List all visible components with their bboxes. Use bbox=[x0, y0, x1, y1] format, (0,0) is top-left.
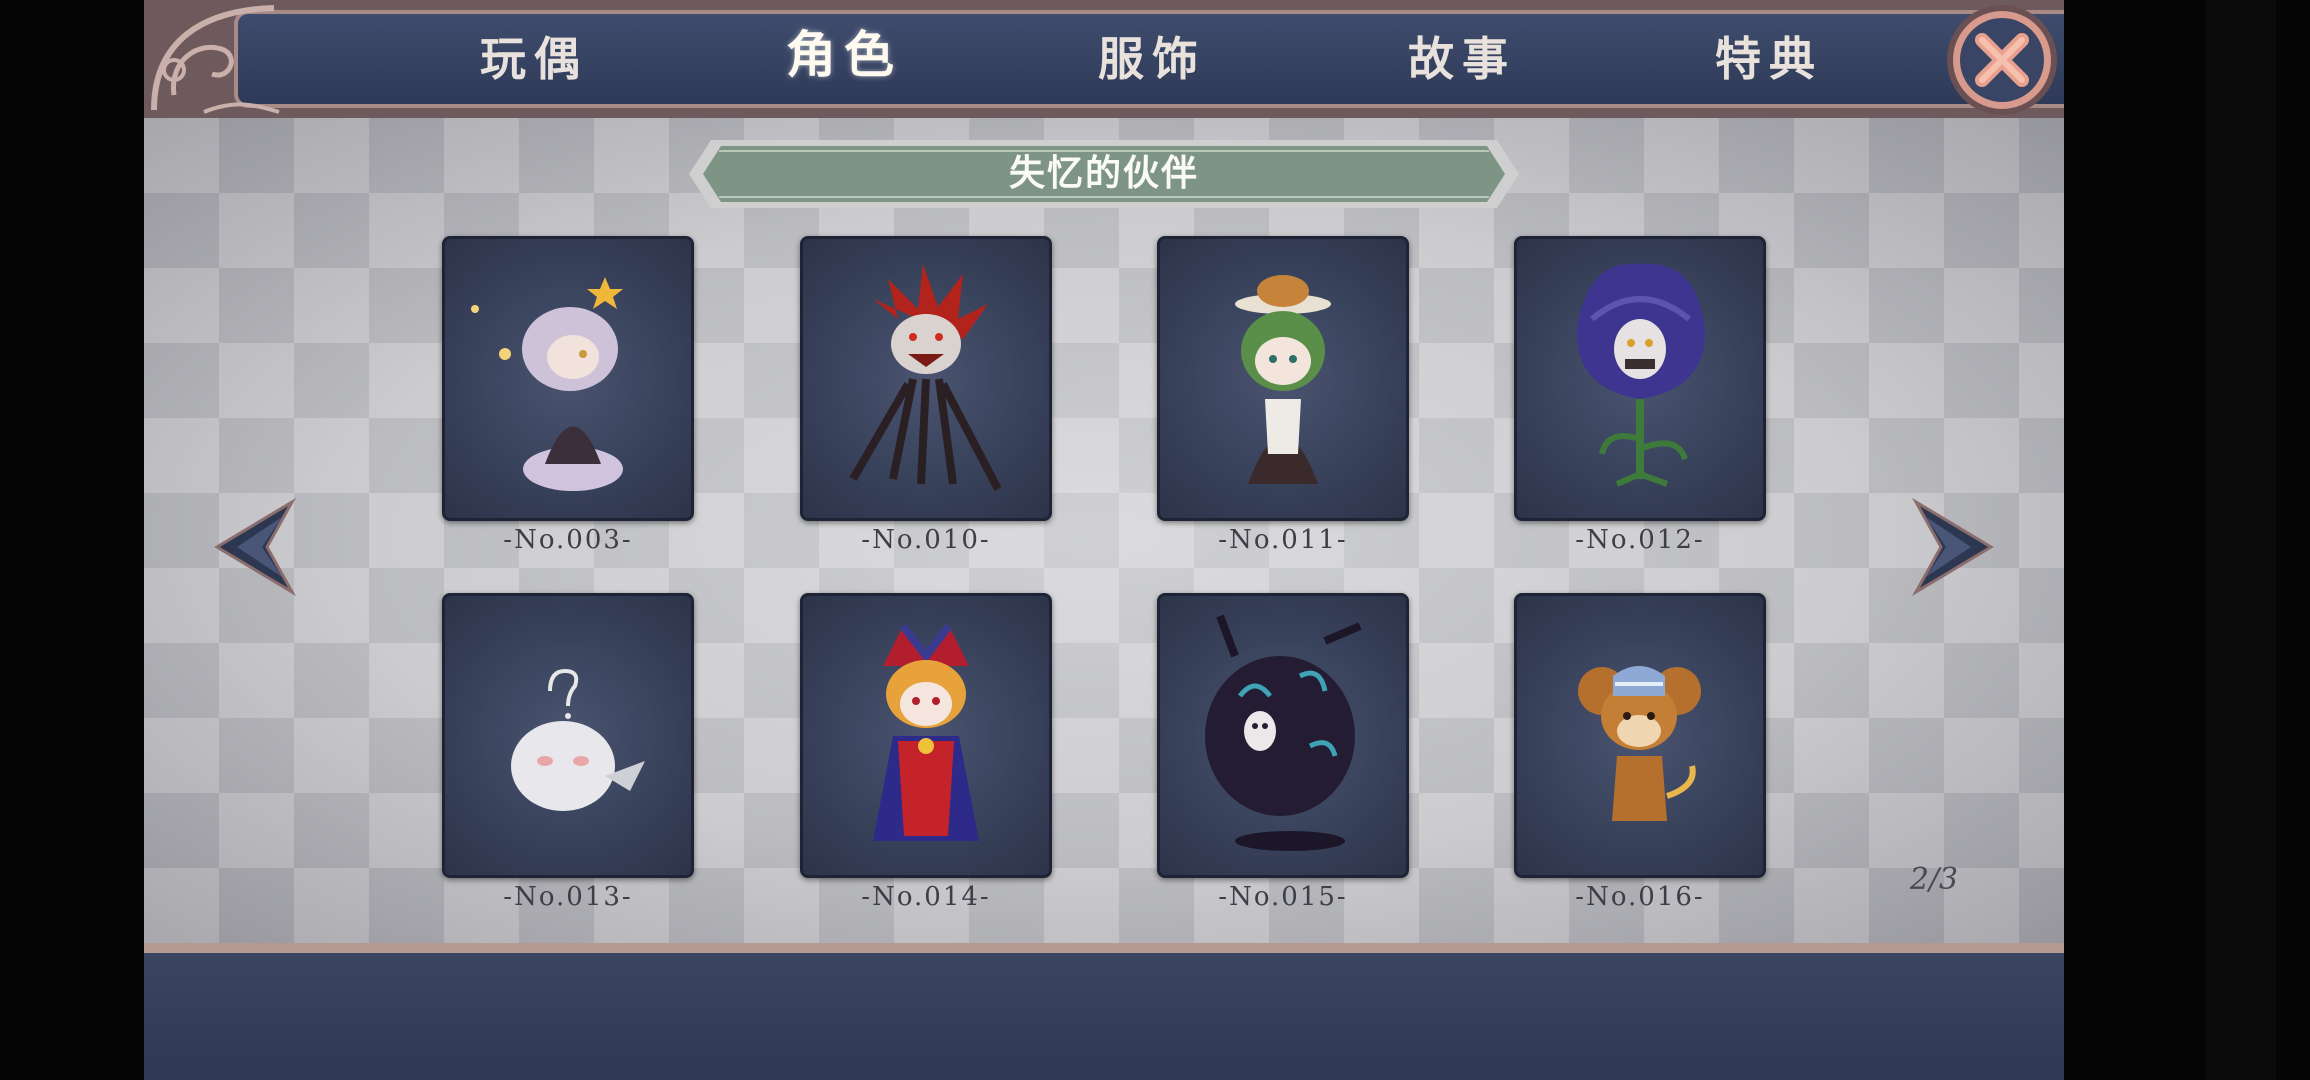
character-label: -No.003- bbox=[503, 525, 633, 555]
jester-clown-icon bbox=[840, 623, 1012, 841]
tab-stories[interactable]: 故事 bbox=[1362, 24, 1562, 94]
close-button[interactable] bbox=[1944, 2, 2060, 118]
left-letterbox bbox=[0, 0, 144, 1080]
character-card-015[interactable] bbox=[1157, 593, 1409, 878]
top-nav-bar: 玩偶 角色 服饰 故事 特典 bbox=[144, 0, 2064, 118]
page-indicator: 2/3 bbox=[1909, 862, 1959, 897]
character-label: -No.011- bbox=[1218, 525, 1348, 555]
green-haired-maid-icon bbox=[1197, 275, 1369, 484]
tab-costumes[interactable]: 服饰 bbox=[1052, 24, 1252, 94]
tab-characters[interactable]: 角色 bbox=[744, 20, 944, 90]
character-label: -No.010- bbox=[861, 525, 991, 555]
next-page-arrow-icon[interactable] bbox=[1906, 497, 1996, 597]
character-label: -No.016- bbox=[1575, 882, 1705, 912]
tab-specials[interactable]: 特典 bbox=[1669, 24, 1869, 94]
character-card-012[interactable] bbox=[1514, 236, 1766, 521]
character-card-011[interactable] bbox=[1157, 236, 1409, 521]
dark-shadow-beast-icon bbox=[1197, 614, 1369, 851]
purple-rose-monster-icon bbox=[1554, 263, 1726, 487]
character-card-010[interactable] bbox=[800, 236, 1052, 521]
prev-page-arrow-icon[interactable] bbox=[212, 497, 302, 597]
character-card-003[interactable] bbox=[442, 236, 694, 521]
character-label: -No.012- bbox=[1575, 525, 1705, 555]
bottom-bar bbox=[144, 953, 2064, 1080]
collection-panel: 玩偶 角色 服饰 故事 特典 失忆的伙伴 -No.003- -No.010- -… bbox=[144, 0, 2064, 1080]
character-card-014[interactable] bbox=[800, 593, 1052, 878]
lavender-haired-girl-icon bbox=[471, 277, 654, 491]
character-label: -No.013- bbox=[503, 882, 633, 912]
character-label: -No.014- bbox=[861, 882, 991, 912]
section-title: 失忆的伙伴 bbox=[1008, 153, 1199, 194]
tab-dolls[interactable]: 玩偶 bbox=[434, 24, 634, 94]
red-haired-spider-creature-icon bbox=[840, 264, 1012, 491]
character-card-013[interactable] bbox=[442, 593, 694, 878]
checkered-background bbox=[144, 118, 2064, 953]
brown-mouse-icon bbox=[1554, 645, 1726, 821]
corner-ornament-icon bbox=[151, 5, 280, 114]
white-fluffy-creature-icon bbox=[482, 645, 654, 817]
character-card-016[interactable] bbox=[1514, 593, 1766, 878]
character-label: -No.015- bbox=[1218, 882, 1348, 912]
right-letterbox bbox=[2064, 0, 2310, 1080]
